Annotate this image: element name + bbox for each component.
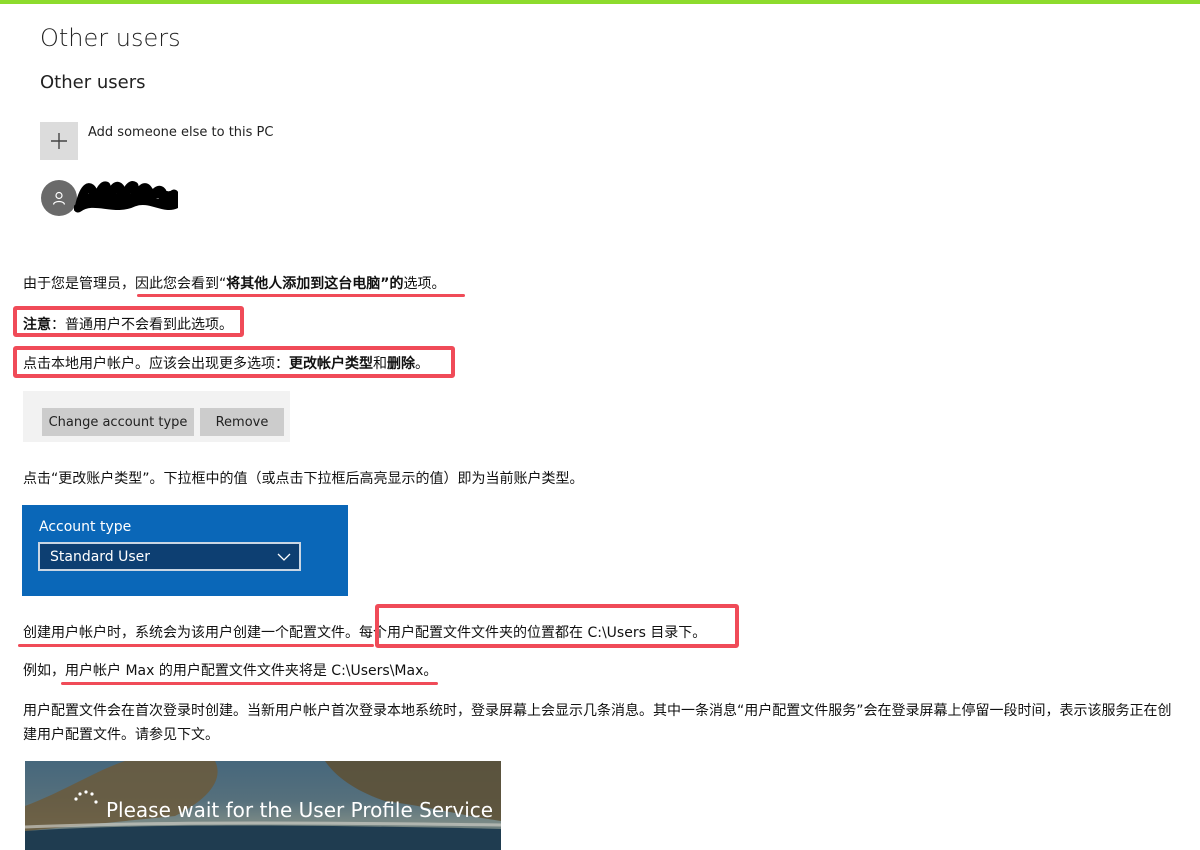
add-user-row[interactable]: Add someone else to this PC	[40, 122, 273, 160]
p6-text-b: 用户帐户 Max 的用户配置文件文件夹将是 C:\Users\Max。	[65, 663, 438, 679]
plus-icon	[51, 133, 67, 149]
highlight-box	[13, 306, 244, 337]
admin-note-paragraph: 由于您是管理员，因此您会看到“将其他人添加到这台电脑”的选项。	[23, 273, 445, 293]
p1-text-a: 由于您是管理员，	[23, 276, 135, 292]
highlight-box	[375, 604, 739, 648]
redacted-username-scribble	[74, 181, 178, 213]
person-icon	[52, 191, 66, 205]
change-account-type-button[interactable]: Change account type	[42, 408, 194, 436]
login-screen-image: Please wait for the User Profile Service	[25, 761, 501, 850]
account-type-label: Account type	[39, 519, 132, 535]
highlight-underline	[137, 294, 465, 297]
add-user-label: Add someone else to this PC	[88, 125, 274, 140]
remove-button[interactable]: Remove	[200, 408, 284, 436]
top-accent-bar	[0, 0, 1200, 4]
p5-text-a: 创建用户帐户时，系统会为该用户创建一个配置文件。	[23, 625, 359, 641]
p1-text-b: 因此您会看到“	[135, 276, 227, 292]
highlight-underline	[61, 682, 438, 685]
p1-text-bold: 将其他人添加到这台电脑”的	[226, 276, 404, 292]
highlight-underline	[18, 644, 374, 647]
avatar[interactable]	[41, 180, 77, 216]
account-type-panel: Account type Standard User	[22, 505, 348, 596]
account-type-select[interactable]: Standard User	[38, 542, 301, 571]
account-buttons-panel: Change account type Remove	[23, 391, 290, 442]
login-screen-message: Please wait for the User Profile Service	[106, 798, 494, 822]
example-paragraph: 例如，用户帐户 Max 的用户配置文件文件夹将是 C:\Users\Max。	[23, 660, 437, 680]
highlight-box	[13, 346, 455, 378]
page-title: Other users	[40, 24, 181, 52]
change-type-instruction: 点击“更改账户类型”。下拉框中的值（或点击下拉框后高亮显示的值）即为当前账户类型…	[23, 471, 584, 487]
p1-text-d: 选项。	[403, 276, 446, 292]
p6-text-a: 例如，	[23, 663, 65, 679]
account-type-selected-value: Standard User	[50, 548, 151, 565]
add-user-button[interactable]	[40, 122, 78, 160]
loading-spinner-icon	[74, 790, 98, 804]
profile-service-paragraph: 用户配置文件会在首次登录时创建。当新用户帐户首次登录本地系统时，登录屏幕上会显示…	[23, 703, 1172, 743]
section-title: Other users	[40, 72, 146, 93]
chevron-down-icon	[277, 553, 291, 561]
